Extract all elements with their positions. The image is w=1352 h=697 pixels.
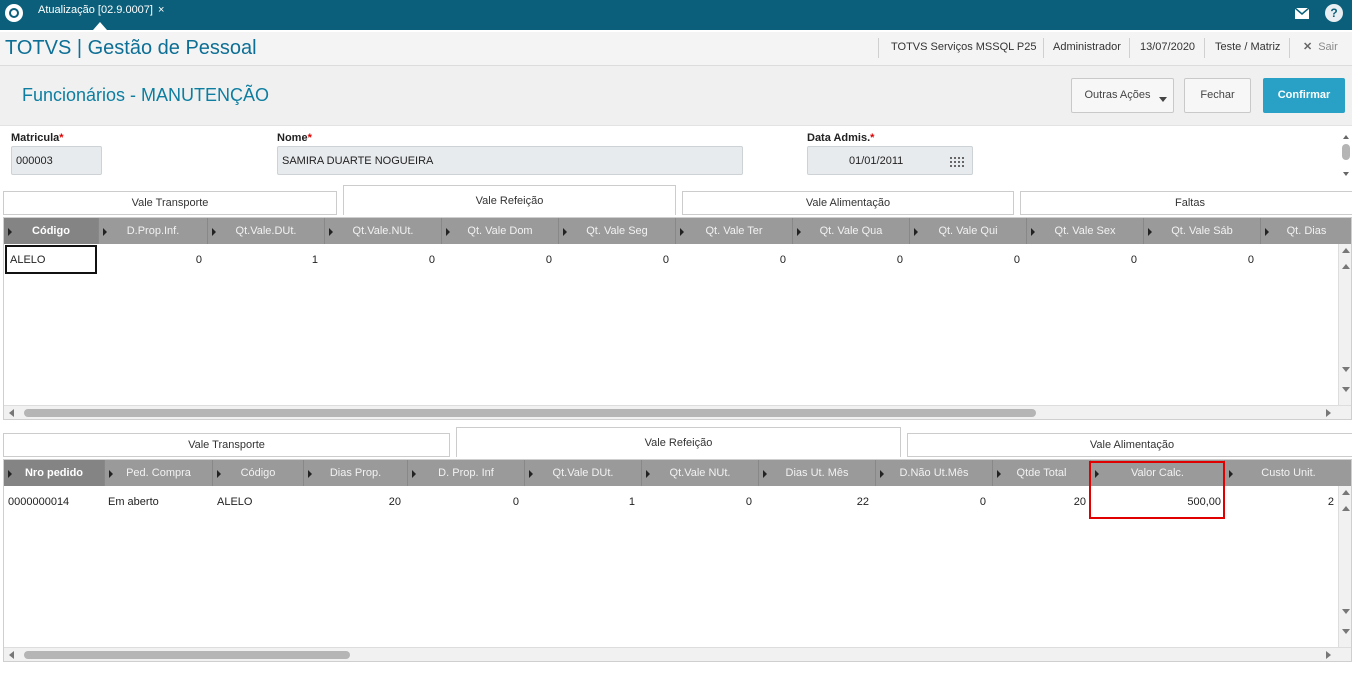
nome-label: Nome* bbox=[277, 132, 312, 144]
matricula-label: Matricula* bbox=[11, 132, 64, 144]
exit-label: Sair bbox=[1318, 41, 1338, 53]
cell-ped-compra[interactable]: Em aberto bbox=[108, 492, 159, 512]
cell[interactable]: 22 bbox=[759, 492, 869, 512]
cell[interactable]: 0 bbox=[876, 492, 986, 512]
app-title: TOTVS | Gestão de Pessoal bbox=[5, 37, 257, 59]
col-header[interactable]: Ped. Compra bbox=[105, 460, 213, 486]
header-divider bbox=[1289, 38, 1290, 58]
tab-title: Atualização [02.9.0007] bbox=[38, 4, 153, 16]
data-admis-label: Data Admis.* bbox=[807, 132, 875, 144]
cell[interactable]: 0 bbox=[325, 250, 435, 270]
highlight-box bbox=[1089, 461, 1225, 519]
cell[interactable]: 20 bbox=[993, 492, 1086, 512]
col-header[interactable]: Código bbox=[213, 460, 304, 486]
branch-label[interactable]: Teste / Matriz bbox=[1215, 41, 1280, 53]
col-header[interactable]: Qt. Vale Qui bbox=[910, 218, 1027, 244]
page-header: Funcionários - MANUTENÇÃO Outras Ações F… bbox=[0, 66, 1352, 126]
cell[interactable]: 2 bbox=[1225, 492, 1334, 512]
calendar-icon[interactable] bbox=[950, 157, 964, 167]
col-header[interactable]: Qt. Dias bbox=[1261, 218, 1351, 244]
other-actions-button[interactable]: Outras Ações bbox=[1071, 78, 1174, 113]
close-button[interactable]: Fechar bbox=[1184, 78, 1251, 113]
close-icon: ✕ bbox=[1303, 41, 1313, 53]
col-header[interactable]: D. Prop. Inf bbox=[408, 460, 525, 486]
close-tab-icon[interactable]: × bbox=[158, 4, 164, 16]
page-title: Funcionários - MANUTENÇÃO bbox=[22, 85, 270, 105]
tab-vale-transporte[interactable]: Vale Transporte bbox=[3, 191, 337, 215]
col-header[interactable]: Qt. Vale Sáb bbox=[1144, 218, 1261, 244]
cell[interactable]: 0 bbox=[1144, 250, 1254, 270]
col-header[interactable]: Qt.Vale.DUt. bbox=[208, 218, 325, 244]
lower-grid: Nro pedido Ped. Compra Código Dias Prop.… bbox=[3, 459, 1352, 662]
tab-faltas[interactable]: Faltas bbox=[1020, 191, 1352, 215]
other-actions-label: Outras Ações bbox=[1084, 89, 1151, 101]
form-scrollbar[interactable] bbox=[1340, 128, 1352, 182]
lower-grid-vscrollbar[interactable] bbox=[1338, 486, 1351, 648]
tab-vale-refeicao[interactable]: Vale Refeição bbox=[343, 185, 676, 215]
header-divider bbox=[1043, 38, 1044, 58]
col-header[interactable]: Qtde Total bbox=[993, 460, 1091, 486]
cell[interactable]: 0 bbox=[642, 492, 752, 512]
col-header[interactable]: D.Não Ut.Mês bbox=[876, 460, 993, 486]
matricula-field[interactable]: 000003 bbox=[11, 146, 102, 175]
employee-form: Matricula* 000003 Nome* SAMIRA DUARTE NO… bbox=[0, 126, 1352, 184]
environment-label: TOTVS Serviços MSSQL P25 bbox=[891, 41, 1037, 53]
help-icon[interactable]: ? bbox=[1325, 4, 1343, 22]
col-header[interactable]: Qt.Vale NUt. bbox=[642, 460, 759, 486]
exit-button[interactable]: ✕ Sair bbox=[1303, 40, 1338, 53]
confirm-button[interactable]: Confirmar bbox=[1263, 78, 1345, 113]
col-header[interactable]: Qt. Vale Seg bbox=[559, 218, 676, 244]
app-header: TOTVS | Gestão de Pessoal TOTVS Serviços… bbox=[0, 30, 1352, 66]
date-label[interactable]: 13/07/2020 bbox=[1140, 41, 1195, 53]
cell[interactable]: 0 bbox=[408, 492, 519, 512]
upper-tabs: Vale Transporte Vale Refeição Vale Alime… bbox=[0, 185, 1352, 217]
lower-grid-hscrollbar[interactable] bbox=[4, 647, 1351, 661]
col-header[interactable]: Qt.Vale DUt. bbox=[525, 460, 642, 486]
col-header[interactable]: Qt. Vale Qua bbox=[793, 218, 910, 244]
top-bar: Atualização [02.9.0007] × ? bbox=[0, 0, 1352, 30]
header-divider bbox=[1204, 38, 1205, 58]
col-header[interactable]: Dias Prop. bbox=[304, 460, 408, 486]
nome-field[interactable]: SAMIRA DUARTE NOGUEIRA bbox=[277, 146, 743, 175]
col-header[interactable]: Qt.Vale.NUt. bbox=[325, 218, 442, 244]
col-header[interactable]: Qt. Vale Ter bbox=[676, 218, 793, 244]
chevron-down-icon bbox=[1159, 97, 1167, 102]
tab-vale-alimentacao[interactable]: Vale Alimentação bbox=[907, 433, 1352, 457]
data-admis-field[interactable]: 01/01/2011 bbox=[807, 146, 973, 175]
cell[interactable]: 1 bbox=[525, 492, 635, 512]
cell[interactable]: 0 bbox=[442, 250, 552, 270]
cell[interactable]: 0 bbox=[1027, 250, 1137, 270]
selected-cell-outline bbox=[5, 245, 97, 274]
upper-grid-header: Código D.Prop.Inf. Qt.Vale.DUt. Qt.Vale.… bbox=[4, 218, 1351, 244]
tab-vale-refeicao[interactable]: Vale Refeição bbox=[456, 427, 901, 457]
upper-grid-vscrollbar[interactable] bbox=[1338, 244, 1351, 406]
cell[interactable]: 0 bbox=[793, 250, 903, 270]
cell[interactable]: 0 bbox=[559, 250, 669, 270]
tab-vale-transporte[interactable]: Vale Transporte bbox=[3, 433, 450, 457]
cell-codigo[interactable]: ALELO bbox=[217, 492, 252, 512]
cell[interactable]: 0 bbox=[910, 250, 1020, 270]
tab-vale-alimentacao[interactable]: Vale Alimentação bbox=[682, 191, 1014, 215]
col-header[interactable]: Qt. Vale Dom bbox=[442, 218, 559, 244]
user-label[interactable]: Administrador bbox=[1053, 41, 1121, 53]
col-header[interactable]: Nro pedido bbox=[4, 460, 105, 486]
header-divider bbox=[1129, 38, 1130, 58]
active-tab-indicator bbox=[93, 22, 107, 30]
upper-grid-hscrollbar[interactable] bbox=[4, 405, 1351, 419]
lower-tabs: Vale Transporte Vale Refeição Vale Alime… bbox=[0, 427, 1352, 459]
cell[interactable]: 20 bbox=[304, 492, 401, 512]
col-header[interactable]: Custo Unit. bbox=[1225, 460, 1351, 486]
col-header[interactable]: Dias Ut. Mês bbox=[759, 460, 876, 486]
col-header[interactable]: Qt. Vale Sex bbox=[1027, 218, 1144, 244]
upper-grid: Código D.Prop.Inf. Qt.Vale.DUt. Qt.Vale.… bbox=[3, 217, 1352, 420]
cell[interactable]: 0 bbox=[676, 250, 786, 270]
cell[interactable]: 0 bbox=[99, 250, 202, 270]
col-header[interactable]: D.Prop.Inf. bbox=[99, 218, 208, 244]
col-header[interactable]: Código bbox=[4, 218, 99, 244]
header-divider bbox=[878, 38, 879, 58]
cell[interactable]: 1 bbox=[208, 250, 318, 270]
totvs-logo-icon[interactable] bbox=[5, 4, 23, 22]
mail-icon[interactable] bbox=[1287, 0, 1317, 30]
cell-nro-pedido[interactable]: 0000000014 bbox=[8, 492, 69, 512]
